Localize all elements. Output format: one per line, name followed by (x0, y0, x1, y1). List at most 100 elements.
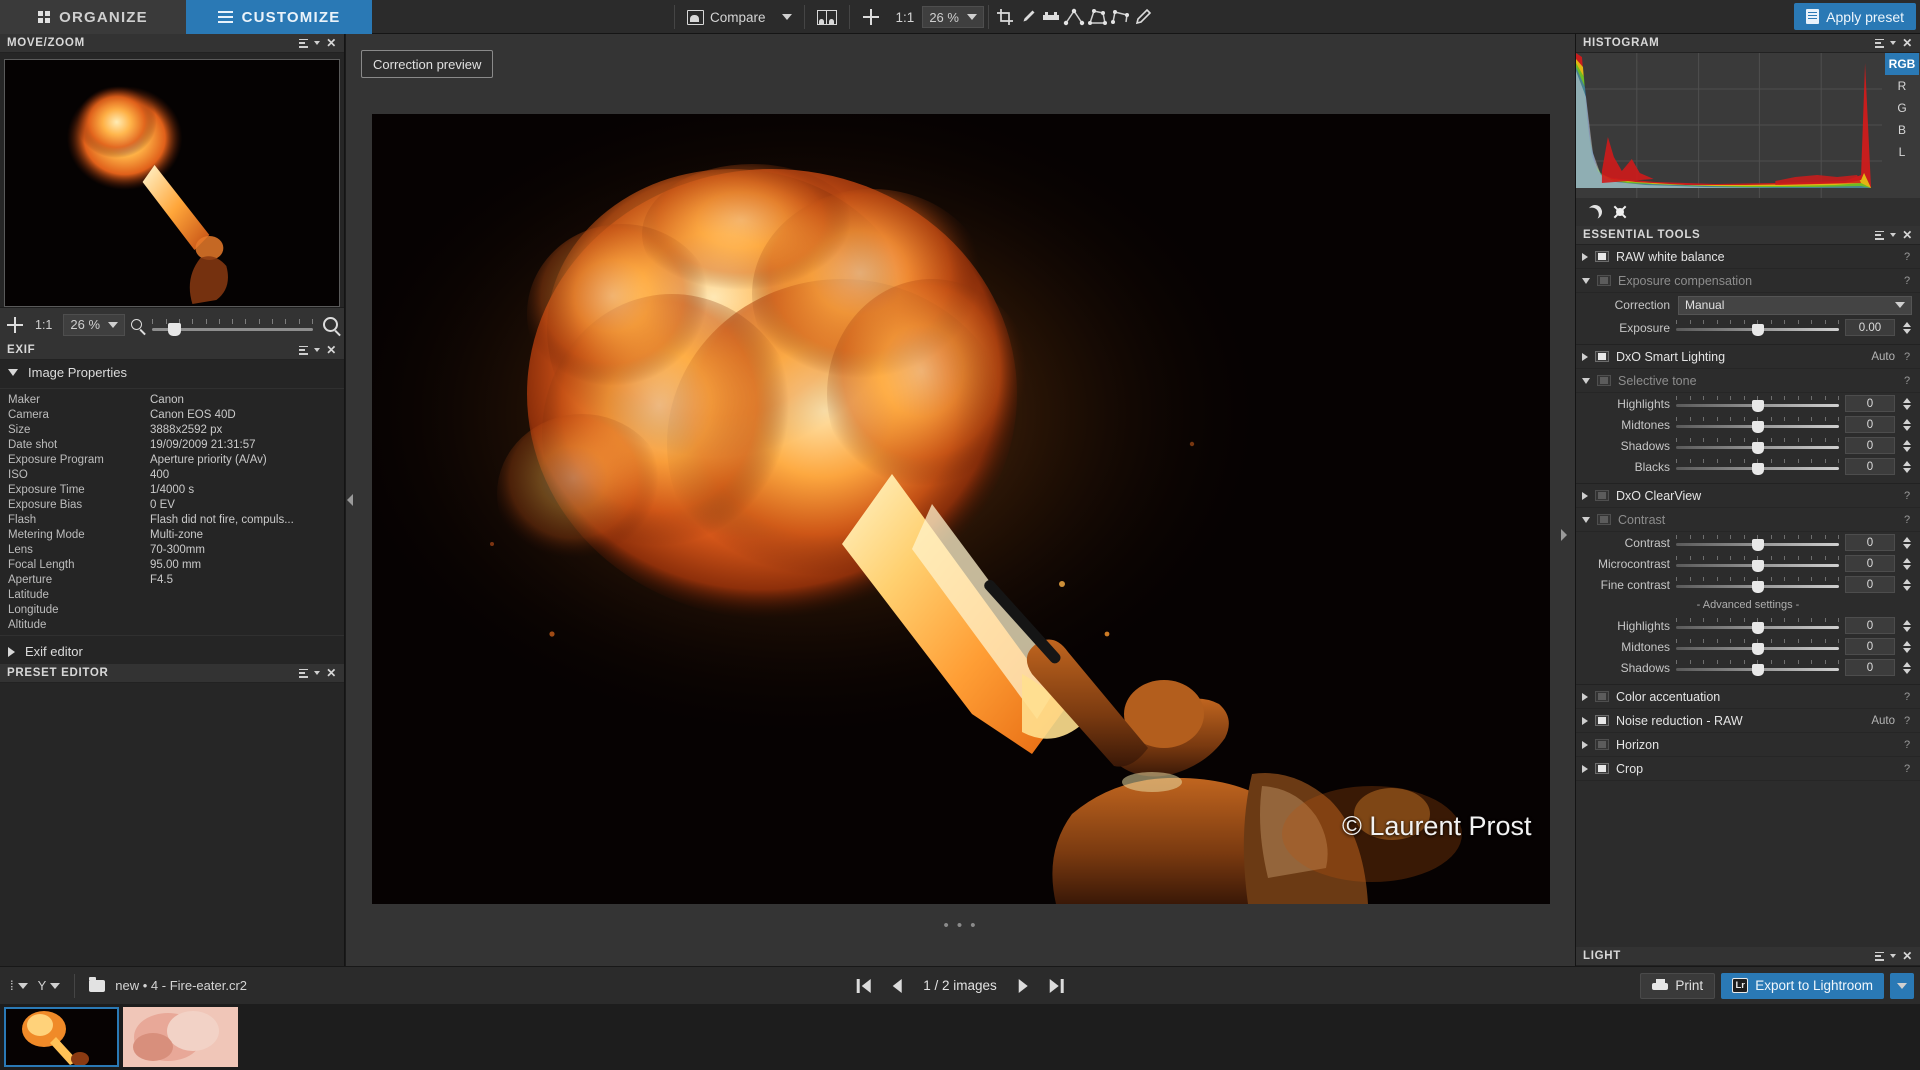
help-icon[interactable]: ? (1902, 763, 1912, 775)
slider-value[interactable]: 0 (1845, 458, 1895, 475)
close-icon[interactable]: ✕ (326, 667, 337, 679)
eyedropper-tool-button[interactable] (1016, 6, 1039, 29)
correction-preview-button[interactable]: Correction preview (361, 50, 494, 78)
tool-enable-checkbox[interactable] (1597, 275, 1611, 286)
tool-section-contrast[interactable]: Contrast? (1576, 508, 1920, 532)
chevron-right-icon[interactable] (1582, 740, 1588, 749)
panel-menu-icon[interactable] (299, 668, 309, 678)
slider-value[interactable]: 0 (1845, 659, 1895, 676)
close-icon[interactable]: ✕ (326, 37, 337, 49)
tab-organize[interactable]: ORGANIZE (0, 0, 186, 34)
stepper[interactable] (1901, 661, 1912, 674)
chevron-right-icon[interactable] (1582, 491, 1588, 500)
filmstrip-item[interactable] (4, 1007, 119, 1067)
tool-section-dxo-clearview[interactable]: DxO ClearView? (1576, 484, 1920, 508)
previous-image-button[interactable] (892, 978, 902, 993)
slider-value[interactable]: 0 (1845, 638, 1895, 655)
slider-knob[interactable] (1751, 420, 1764, 433)
histogram-graph[interactable] (1576, 53, 1882, 198)
apply-preset-button[interactable]: Apply preset (1794, 3, 1916, 30)
perspective-vertical-button[interactable] (1062, 6, 1085, 29)
slider-knob[interactable] (1751, 441, 1764, 454)
slider-knob[interactable] (1751, 323, 1764, 336)
panel-menu-icon[interactable] (1875, 38, 1885, 48)
stepper[interactable] (1901, 321, 1912, 334)
first-image-button[interactable] (856, 978, 871, 993)
slider-knob[interactable] (1751, 663, 1764, 676)
chevron-right-icon[interactable] (1582, 692, 1588, 701)
export-to-lightroom-button[interactable]: Lr Export to Lightroom (1721, 972, 1884, 999)
slider-knob[interactable] (1751, 580, 1764, 593)
slider-knob[interactable] (1751, 642, 1764, 655)
slider-value[interactable]: 0 (1845, 576, 1895, 593)
help-icon[interactable]: ? (1902, 490, 1912, 502)
stepper[interactable] (1901, 460, 1912, 473)
tool-section-color-accentuation[interactable]: Color accentuation? (1576, 685, 1920, 709)
tool-enable-checkbox[interactable] (1595, 490, 1609, 501)
highlight-clipping-icon[interactable] (1616, 208, 1624, 216)
compare-dropdown-button[interactable] (774, 4, 800, 30)
channel-b[interactable]: B (1885, 119, 1919, 141)
exif-editor-section[interactable]: Exif editor (0, 639, 344, 664)
move-icon[interactable] (6, 316, 24, 334)
last-image-button[interactable] (1049, 978, 1064, 993)
chevron-down-icon[interactable] (1582, 277, 1590, 284)
auto-button[interactable]: Auto (1871, 715, 1895, 727)
advanced-settings-label[interactable]: - Advanced settings - (1576, 595, 1920, 615)
compare-button[interactable]: Compare (679, 4, 774, 30)
tool-enable-checkbox[interactable] (1595, 691, 1609, 702)
tool-enable-checkbox[interactable] (1595, 739, 1609, 750)
slider[interactable] (1676, 659, 1839, 677)
tool-enable-checkbox[interactable] (1597, 375, 1611, 386)
close-icon[interactable]: ✕ (326, 344, 337, 356)
breadcrumb[interactable]: new • 4 - Fire-eater.cr2 (115, 978, 247, 993)
chevron-down-icon[interactable] (314, 348, 321, 352)
close-icon[interactable]: ✕ (1902, 37, 1913, 49)
slider[interactable] (1676, 319, 1839, 337)
retouch-tool-button[interactable] (1131, 6, 1154, 29)
help-icon[interactable]: ? (1902, 691, 1912, 703)
volume-deformation-button[interactable] (1108, 6, 1131, 29)
tool-section-noise-reduction-raw[interactable]: Noise reduction - RAW Auto? (1576, 709, 1920, 733)
stepper[interactable] (1901, 536, 1912, 549)
perspective-rectangle-button[interactable] (1085, 6, 1108, 29)
stepper[interactable] (1901, 397, 1912, 410)
stepper[interactable] (1901, 439, 1912, 452)
navigator-thumbnail[interactable] (4, 59, 340, 307)
panel-menu-icon[interactable] (1875, 951, 1885, 961)
crop-tool-button[interactable] (993, 6, 1016, 29)
navigator-1to1-button[interactable]: 1:1 (30, 318, 57, 332)
slider[interactable] (1676, 617, 1839, 635)
export-dropdown-button[interactable] (1890, 972, 1914, 999)
tool-section-horizon[interactable]: Horizon? (1576, 733, 1920, 757)
panel-resize-handle[interactable]: • • • (943, 917, 977, 934)
tool-enable-checkbox[interactable] (1595, 715, 1609, 726)
slider-value[interactable]: 0 (1845, 617, 1895, 634)
slider-knob[interactable] (1751, 621, 1764, 634)
slider-value[interactable]: 0 (1845, 437, 1895, 454)
channel-l[interactable]: L (1885, 141, 1919, 163)
stepper[interactable] (1901, 619, 1912, 632)
help-icon[interactable]: ? (1902, 275, 1912, 287)
tool-enable-checkbox[interactable] (1595, 251, 1609, 262)
chevron-right-icon[interactable] (1582, 352, 1588, 361)
slider[interactable] (1676, 555, 1839, 573)
channel-rgb[interactable]: RGB (1885, 53, 1919, 75)
tool-section-dxo-smart-lighting[interactable]: DxO Smart Lighting Auto? (1576, 345, 1920, 369)
close-icon[interactable]: ✕ (1902, 229, 1913, 241)
chevron-down-icon[interactable] (1890, 233, 1897, 237)
print-button[interactable]: Print (1640, 972, 1716, 999)
close-icon[interactable]: ✕ (1902, 950, 1913, 962)
help-icon[interactable]: ? (1902, 715, 1912, 727)
slider-value[interactable]: 0 (1845, 555, 1895, 572)
chevron-down-icon[interactable] (314, 671, 321, 675)
chevron-down-icon[interactable] (314, 41, 321, 45)
zoom-in-icon[interactable] (323, 317, 338, 332)
slider-value[interactable]: 0 (1845, 534, 1895, 551)
shadow-clipping-icon[interactable] (1586, 203, 1605, 222)
sort-button[interactable]: ⁞ (10, 979, 28, 992)
tool-section-crop[interactable]: Crop? (1576, 757, 1920, 781)
side-by-side-view-button[interactable] (809, 4, 845, 30)
chevron-down-icon[interactable] (1890, 954, 1897, 958)
panel-menu-icon[interactable] (299, 38, 309, 48)
